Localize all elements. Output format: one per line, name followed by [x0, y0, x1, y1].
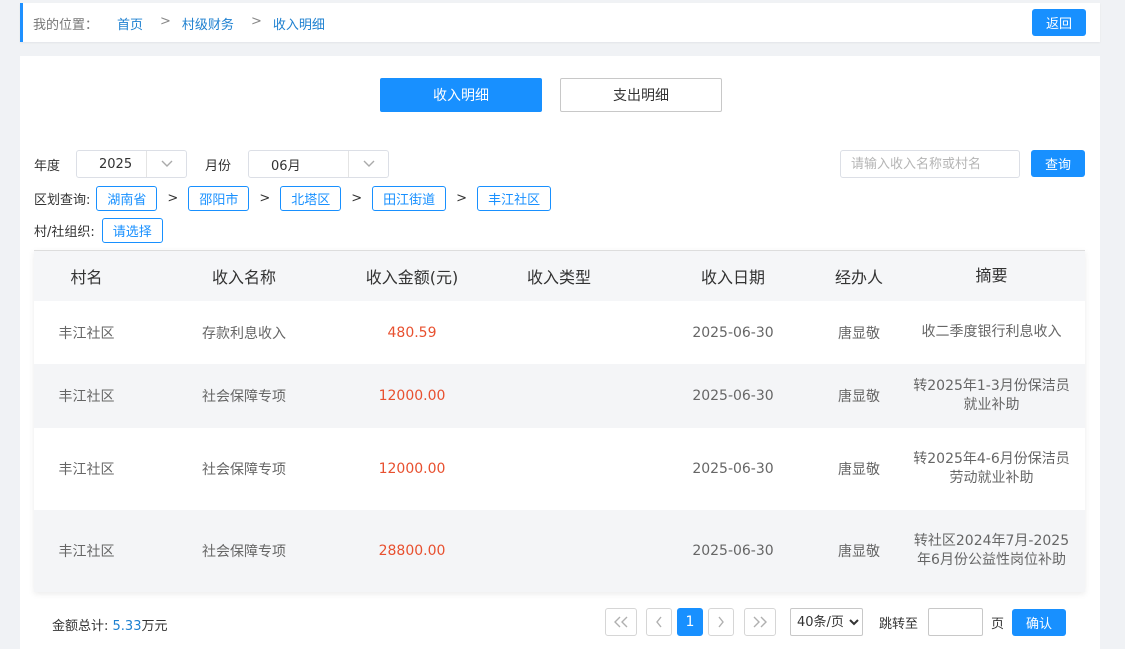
cell-summary: 收二季度银行利息收入: [921, 323, 1062, 340]
cell-amount: 480.59: [387, 324, 437, 341]
table-header: 村名 收入名称 收入金额(元) 收入类型 收入日期 经办人 摘要: [34, 250, 1085, 301]
cell-amount: 12000.00: [378, 461, 446, 477]
breadcrumb-home[interactable]: 首页: [117, 14, 143, 33]
cell-income-name: 社会保障专项: [202, 389, 286, 405]
header-amount: 收入金额(元): [365, 268, 459, 287]
region-district[interactable]: 北塔区: [280, 186, 342, 211]
cell-amount: 28800.00: [378, 543, 446, 559]
breadcrumb-label: 我的位置：: [33, 18, 99, 33]
breadcrumb-village-finance[interactable]: 村级财务: [182, 14, 234, 33]
table-row[interactable]: 丰江社区 存款利息收入 480.59 2025-06-30 唐显敬 收二季度银行…: [34, 301, 1085, 364]
cell-handler: 唐显敬: [838, 544, 880, 560]
page-unit-label: 页: [991, 616, 1005, 632]
region-city[interactable]: 邵阳市: [188, 186, 250, 211]
search-input[interactable]: [840, 150, 1020, 178]
region-separator: >: [167, 191, 179, 206]
month-label: 月份: [205, 158, 232, 174]
table-row[interactable]: 丰江社区 社会保障专项 28800.00 2025-06-30 唐显敬 转社区2…: [34, 510, 1085, 592]
cell-village: 丰江社区: [58, 325, 115, 342]
cell-village: 丰江社区: [58, 462, 115, 478]
main-panel: 收入明细 支出明细 年度 2025 月份 06月 查询 区划查询: 湖南省 > …: [20, 56, 1100, 649]
region-province[interactable]: 湖南省: [96, 186, 158, 211]
tab-income-detail[interactable]: 收入明细: [380, 78, 542, 112]
org-filter-row: 村/社组织: 请选择: [34, 218, 163, 243]
total-unit: 万元: [141, 619, 168, 634]
breadcrumb: 首页 > 村级财务 > 收入明细: [117, 14, 325, 33]
income-table: 村名 收入名称 收入金额(元) 收入类型 收入日期 经办人 摘要 丰江社区 存款…: [34, 250, 1085, 592]
next-page-button[interactable]: [708, 608, 734, 636]
cell-village: 丰江社区: [58, 389, 115, 405]
org-select-button[interactable]: 请选择: [101, 218, 163, 243]
query-button[interactable]: 查询: [1031, 150, 1085, 177]
tab-bar: 收入明细 支出明细: [380, 78, 722, 112]
region-separator: >: [259, 191, 271, 206]
cell-summary: 转2025年1-3月份保洁员就业补助: [913, 377, 1070, 414]
tab-expense-detail[interactable]: 支出明细: [560, 78, 722, 112]
back-button[interactable]: 返回: [1032, 9, 1086, 36]
date-filter-row: 年度 2025 月份 06月: [34, 150, 390, 178]
confirm-button[interactable]: 确认: [1012, 608, 1067, 636]
breadcrumb-separator: >: [250, 14, 262, 29]
month-value: 06月: [271, 158, 301, 174]
month-select[interactable]: 06月: [248, 150, 390, 178]
double-chevron-right-icon: [752, 613, 768, 632]
chevron-down-icon: [348, 151, 388, 177]
cell-amount: 12000.00: [378, 388, 446, 404]
chevron-down-icon: [146, 151, 186, 177]
jump-page-input[interactable]: [928, 608, 984, 636]
cell-income-name: 社会保障专项: [202, 544, 286, 560]
region-community[interactable]: 丰江社区: [477, 186, 552, 211]
cell-date: 2025-06-30: [692, 388, 774, 404]
chevron-left-icon: [655, 613, 663, 632]
cell-summary: 转2025年4-6月份保洁员劳动就业补助: [913, 450, 1070, 487]
region-street[interactable]: 田江街道: [372, 186, 447, 211]
header-summary: 摘要: [975, 266, 1008, 286]
page-1-button[interactable]: 1: [677, 608, 703, 636]
cell-handler: 唐显敬: [838, 389, 880, 405]
table-row[interactable]: 丰江社区 社会保障专项 12000.00 2025-06-30 唐显敬 转202…: [34, 428, 1085, 510]
chevron-right-icon: [717, 613, 725, 632]
header-handler: 经办人: [834, 268, 883, 287]
cell-income-name: 存款利息收入: [202, 325, 286, 342]
breadcrumb-income-detail[interactable]: 收入明细: [273, 14, 325, 33]
last-page-button[interactable]: [744, 608, 776, 636]
header-date: 收入日期: [700, 268, 765, 287]
jump-label: 跳转至: [879, 616, 919, 632]
cell-income-name: 社会保障专项: [202, 462, 286, 478]
cell-village: 丰江社区: [58, 544, 115, 560]
first-page-button[interactable]: [605, 608, 637, 636]
double-chevron-left-icon: [613, 613, 629, 632]
year-label: 年度: [34, 158, 61, 174]
breadcrumb-bar: 我的位置： 首页 > 村级财务 > 收入明细 返回: [20, 3, 1100, 42]
org-label: 村/社组织:: [34, 225, 95, 240]
table-row[interactable]: 丰江社区 社会保障专项 12000.00 2025-06-30 唐显敬 转202…: [34, 364, 1085, 428]
cell-date: 2025-06-30: [692, 543, 774, 559]
pagination: 1 40条/页 跳转至 页 确认: [605, 608, 1067, 636]
year-value: 2025: [99, 156, 133, 172]
cell-date: 2025-06-30: [692, 461, 774, 477]
total-value: 5.33: [112, 619, 142, 634]
region-label: 区划查询:: [34, 193, 91, 208]
header-income-name: 收入名称: [211, 268, 276, 287]
prev-page-button[interactable]: [646, 608, 672, 636]
cell-date: 2025-06-30: [692, 324, 774, 341]
cell-handler: 唐显敬: [838, 325, 880, 342]
header-income-type: 收入类型: [526, 268, 591, 287]
cell-summary: 转社区2024年7月-2025年6月份公益性岗位补助: [913, 532, 1070, 569]
region-separator: >: [456, 191, 468, 206]
header-village: 村名: [70, 268, 103, 287]
region-filter-row: 区划查询: 湖南省 > 邵阳市 > 北塔区 > 田江街道 > 丰江社区: [34, 186, 552, 211]
page-size-select[interactable]: 40条/页: [790, 608, 863, 636]
breadcrumb-separator: >: [160, 14, 171, 29]
cell-handler: 唐显敬: [838, 462, 880, 478]
year-select[interactable]: 2025: [76, 150, 188, 178]
region-separator: >: [351, 191, 363, 206]
amount-total: 金额总计: 5.33万元: [52, 615, 168, 634]
total-label: 金额总计:: [52, 619, 109, 634]
